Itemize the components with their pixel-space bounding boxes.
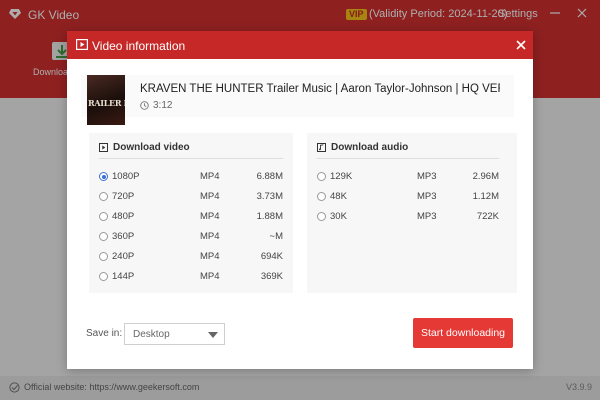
radio-button[interactable]: [317, 212, 326, 221]
audio-option-30k[interactable]: 30K MP3 722K: [317, 210, 499, 224]
video-option-240p[interactable]: 240P MP4 694K: [99, 250, 283, 264]
audio-option-129k[interactable]: 129K MP3 2.96M: [317, 170, 499, 184]
save-location-value: Desktop: [133, 329, 170, 340]
radio-button[interactable]: [99, 192, 108, 201]
video-option-144p[interactable]: 144P MP4 369K: [99, 270, 283, 284]
dialog-title: Video information: [92, 39, 186, 53]
radio-button[interactable]: [317, 172, 326, 181]
radio-button[interactable]: [99, 272, 108, 281]
dialog-header: Video information: [67, 31, 533, 59]
save-in-label: Save in:: [86, 328, 123, 339]
video-play-icon: [99, 143, 108, 152]
video-option-360p[interactable]: 360P MP4 ~M: [99, 230, 283, 244]
clock-icon: [140, 101, 149, 110]
divider: [99, 158, 283, 159]
audio-option-48k[interactable]: 48K MP3 1.12M: [317, 190, 499, 204]
video-duration: 3:12: [153, 100, 173, 111]
video-option-1080p[interactable]: 1080P MP4 6.88M: [99, 170, 283, 184]
close-icon[interactable]: [514, 38, 528, 52]
radio-button[interactable]: [99, 232, 108, 241]
chevron-down-icon: [208, 332, 218, 338]
download-video-panel: Download video 1080P MP4 6.88M 720P MP4 …: [89, 133, 293, 293]
thumbnail-text: RAILER MUSI: [88, 98, 125, 108]
radio-button[interactable]: [99, 172, 108, 181]
video-card: RAILER MUSI KRAVEN THE HUNTER Trailer Mu…: [81, 75, 514, 125]
music-note-icon: [317, 143, 326, 152]
start-downloading-button[interactable]: Start downloading: [413, 318, 513, 348]
radio-button[interactable]: [99, 252, 108, 261]
divider: [317, 158, 499, 159]
video-thumbnail: RAILER MUSI: [87, 75, 125, 125]
video-option-480p[interactable]: 480P MP4 1.88M: [99, 210, 283, 224]
radio-button[interactable]: [99, 212, 108, 221]
video-info-icon: [76, 39, 88, 50]
video-option-720p[interactable]: 720P MP4 3.73M: [99, 190, 283, 204]
download-audio-panel: Download audio 129K MP3 2.96M 48K MP3 1.…: [307, 133, 517, 293]
radio-button[interactable]: [317, 192, 326, 201]
save-location-select[interactable]: Desktop: [124, 323, 225, 345]
video-title: KRAVEN THE HUNTER Trailer Music | Aaron …: [140, 83, 500, 95]
video-information-dialog: Video information RAILER MUSI KRAVEN THE…: [67, 31, 533, 369]
